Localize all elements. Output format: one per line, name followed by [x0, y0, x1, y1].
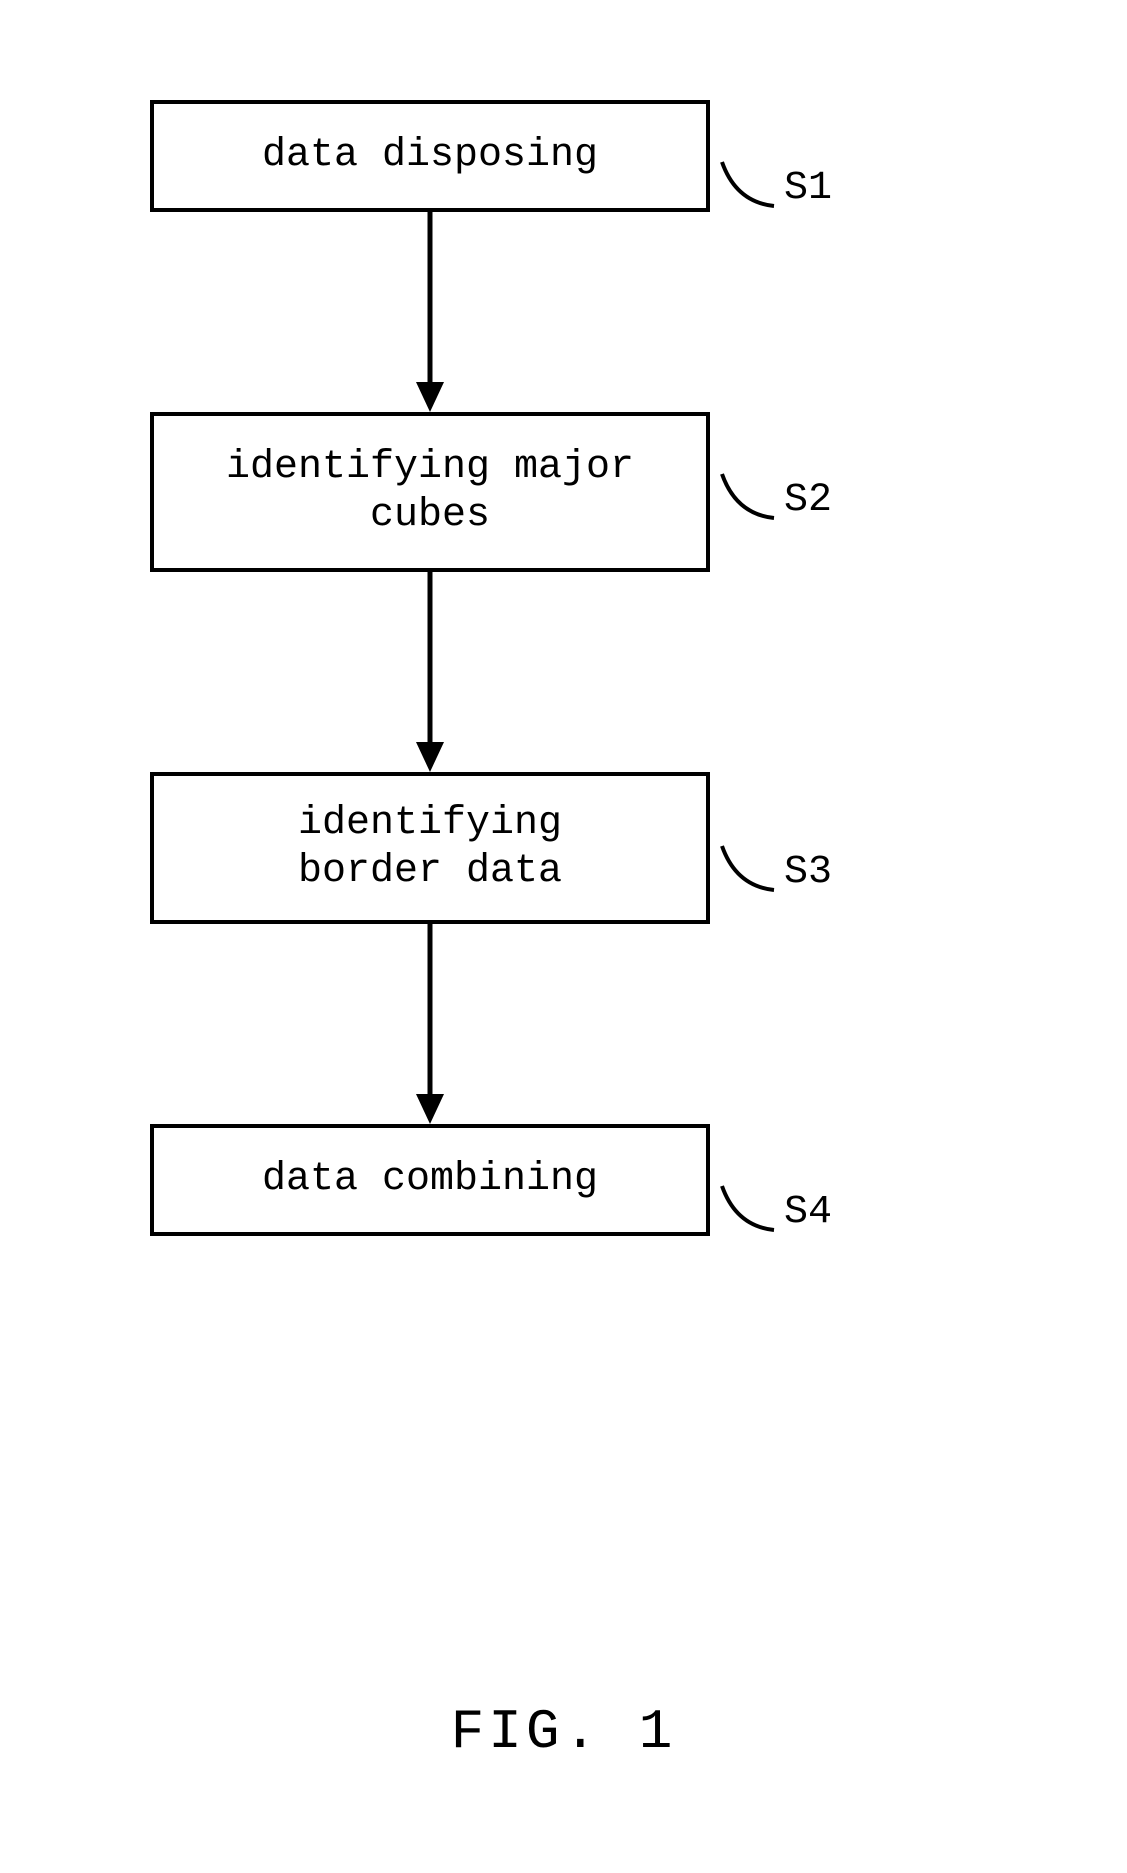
flow-step-2: identifying major cubes S2: [120, 412, 1020, 572]
arrow-1-2: [150, 212, 710, 412]
flow-step-3: identifying border data S3: [120, 772, 1020, 924]
step-label-2: S2: [784, 478, 832, 523]
step-label-3: S3: [784, 850, 832, 895]
step-text-1: data disposing: [262, 133, 598, 178]
flow-step-4: data combining S4: [120, 1124, 1020, 1236]
arrow-down-icon: [410, 924, 450, 1124]
flow-step-1: data disposing S1: [120, 100, 1020, 212]
step-label-wrap-2: S2: [718, 470, 832, 530]
flowchart: data disposing S1 identifying major cube…: [120, 100, 1020, 1236]
step-text-3: identifying border data: [298, 801, 562, 894]
label-connector-icon: [718, 158, 778, 218]
step-box-3: identifying border data: [150, 772, 710, 924]
arrow-2-3: [150, 572, 710, 772]
step-label-wrap-3: S3: [718, 842, 832, 902]
step-label-wrap-1: S1: [718, 158, 832, 218]
step-label-4: S4: [784, 1190, 832, 1235]
step-text-2: identifying major cubes: [226, 445, 634, 538]
step-text-4: data combining: [262, 1157, 598, 1202]
arrow-down-icon: [410, 572, 450, 772]
label-connector-icon: [718, 1182, 778, 1242]
arrow-3-4: [150, 924, 710, 1124]
step-box-2: identifying major cubes: [150, 412, 710, 572]
step-box-4: data combining: [150, 1124, 710, 1236]
step-label-wrap-4: S4: [718, 1182, 832, 1242]
label-connector-icon: [718, 470, 778, 530]
figure-caption: FIG. 1: [0, 1700, 1127, 1764]
step-box-1: data disposing: [150, 100, 710, 212]
label-connector-icon: [718, 842, 778, 902]
arrow-down-icon: [410, 212, 450, 412]
step-label-1: S1: [784, 166, 832, 211]
